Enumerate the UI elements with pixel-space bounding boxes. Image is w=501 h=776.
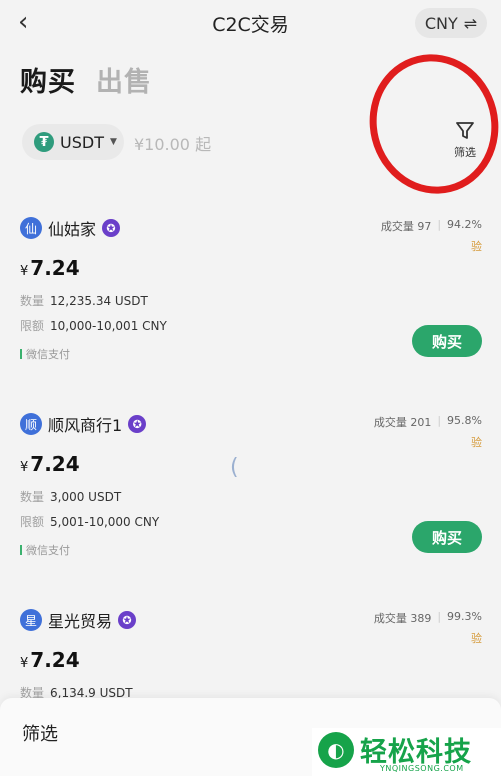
tether-icon: ₮ bbox=[34, 132, 54, 152]
price-symbol: ¥ bbox=[20, 656, 29, 671]
watermark-sub: YNQINGSONG.COM bbox=[380, 764, 464, 773]
payment-label: 微信支付 bbox=[26, 544, 70, 557]
avatar: 星 bbox=[20, 609, 42, 631]
price-value: 7.24 bbox=[30, 256, 80, 280]
buy-button[interactable]: 购买 bbox=[412, 325, 482, 357]
quantity-value: 12,235.34 USDT bbox=[50, 294, 148, 308]
divider: | bbox=[437, 218, 442, 231]
trade-tabs: 购买 出售 bbox=[20, 60, 152, 99]
offer-card: 仙 仙姑家 ✪ 成交量 97 | 94.2% 验 ¥7.24 数量 12,235.… bbox=[20, 216, 482, 366]
price-value: 7.24 bbox=[30, 452, 80, 476]
verified-badge-icon: ✪ bbox=[102, 219, 121, 237]
trade-volume: 成交量 201 bbox=[373, 416, 432, 429]
avatar: 顺 bbox=[20, 413, 42, 435]
divider: | bbox=[437, 414, 442, 427]
payment-indicator bbox=[20, 545, 22, 555]
merchant-name: 仙姑家 bbox=[48, 220, 97, 239]
limit-label: 限额 bbox=[20, 319, 45, 333]
loading-spinner-icon: ( bbox=[230, 455, 239, 480]
payment-method: 微信支付 bbox=[20, 346, 70, 362]
completion-rate: 99.3% bbox=[447, 610, 482, 623]
avatar: 仙 bbox=[20, 217, 42, 239]
caret-down-icon: ▼ bbox=[109, 137, 117, 147]
currency-label: CNY bbox=[424, 13, 458, 33]
merchant-stats: 成交量 201 | 95.8% bbox=[374, 414, 482, 430]
verified-tag: 验 bbox=[471, 436, 482, 449]
payment-indicator bbox=[20, 349, 22, 359]
merchant[interactable]: 星 星光贸易 ✪ bbox=[20, 608, 137, 632]
quantity-row: 数量 3,000 USDT bbox=[20, 488, 121, 505]
completion-rate: 94.2% bbox=[447, 218, 482, 231]
quantity-value: 3,000 USDT bbox=[50, 490, 122, 504]
asset-label: USDT bbox=[60, 132, 104, 152]
merchant[interactable]: 顺 顺风商行1 ✪ bbox=[20, 412, 147, 436]
offer-card: 顺 顺风商行1 ✪ 成交量 201 | 95.8% 验 ¥7.24 数量 3,00… bbox=[20, 412, 482, 562]
price-symbol: ¥ bbox=[20, 264, 29, 279]
price-value: 7.24 bbox=[30, 648, 80, 672]
payment-label: 微信支付 bbox=[26, 348, 70, 361]
red-annotation-circle bbox=[354, 40, 501, 208]
payment-method: 微信支付 bbox=[20, 542, 70, 558]
tab-sell[interactable]: 出售 bbox=[96, 60, 152, 99]
quantity-label: 数量 bbox=[20, 294, 45, 308]
quantity-label: 数量 bbox=[20, 490, 45, 504]
tab-buy[interactable]: 购买 bbox=[20, 60, 76, 99]
offer-card: 星 星光贸易 ✪ 成交量 389 | 99.3% 验 ¥7.24 数量 6,134… bbox=[20, 608, 482, 700]
verified-badge-icon: ✪ bbox=[128, 415, 147, 433]
limit-value: 10,000-10,001 CNY bbox=[50, 319, 167, 333]
limit-row: 限额 10,000-10,001 CNY bbox=[20, 317, 167, 334]
swap-icon: ⇌ bbox=[463, 13, 478, 33]
amount-filter[interactable]: ¥10.00 起 bbox=[134, 131, 211, 155]
merchant[interactable]: 仙 仙姑家 ✪ bbox=[20, 216, 121, 240]
watermark-logo-icon: ◐ bbox=[318, 732, 354, 768]
limit-value: 5,001-10,000 CNY bbox=[50, 515, 160, 529]
verified-badge-icon: ✪ bbox=[118, 611, 137, 629]
completion-rate: 95.8% bbox=[447, 414, 482, 427]
merchant-stats: 成交量 389 | 99.3% bbox=[374, 610, 482, 626]
price: ¥7.24 bbox=[20, 452, 80, 476]
asset-selector[interactable]: ₮ USDT ▼ bbox=[22, 124, 124, 160]
limit-row: 限额 5,001-10,000 CNY bbox=[20, 513, 159, 530]
buy-button[interactable]: 购买 bbox=[412, 521, 482, 553]
price: ¥7.24 bbox=[20, 256, 80, 280]
quantity-row: 数量 12,235.34 USDT bbox=[20, 292, 148, 309]
verified-tag: 验 bbox=[471, 632, 482, 645]
merchant-name: 顺风商行1 bbox=[48, 416, 123, 435]
watermark: ◐ 轻松科技 YNQINGSONG.COM bbox=[312, 728, 501, 776]
nav-bar: ‹ C2C交易 CNY ⇌ bbox=[0, 0, 501, 46]
price: ¥7.24 bbox=[20, 648, 80, 672]
sheet-title: 筛选 bbox=[22, 724, 58, 745]
trade-volume: 成交量 97 bbox=[380, 220, 432, 233]
merchant-name: 星光贸易 bbox=[48, 612, 113, 631]
merchant-stats: 成交量 97 | 94.2% bbox=[381, 218, 482, 234]
verified-tag: 验 bbox=[471, 240, 482, 253]
trade-volume: 成交量 389 bbox=[373, 612, 432, 625]
limit-label: 限额 bbox=[20, 515, 45, 529]
divider: | bbox=[437, 610, 442, 623]
currency-toggle[interactable]: CNY ⇌ bbox=[415, 8, 487, 38]
price-symbol: ¥ bbox=[20, 460, 29, 475]
